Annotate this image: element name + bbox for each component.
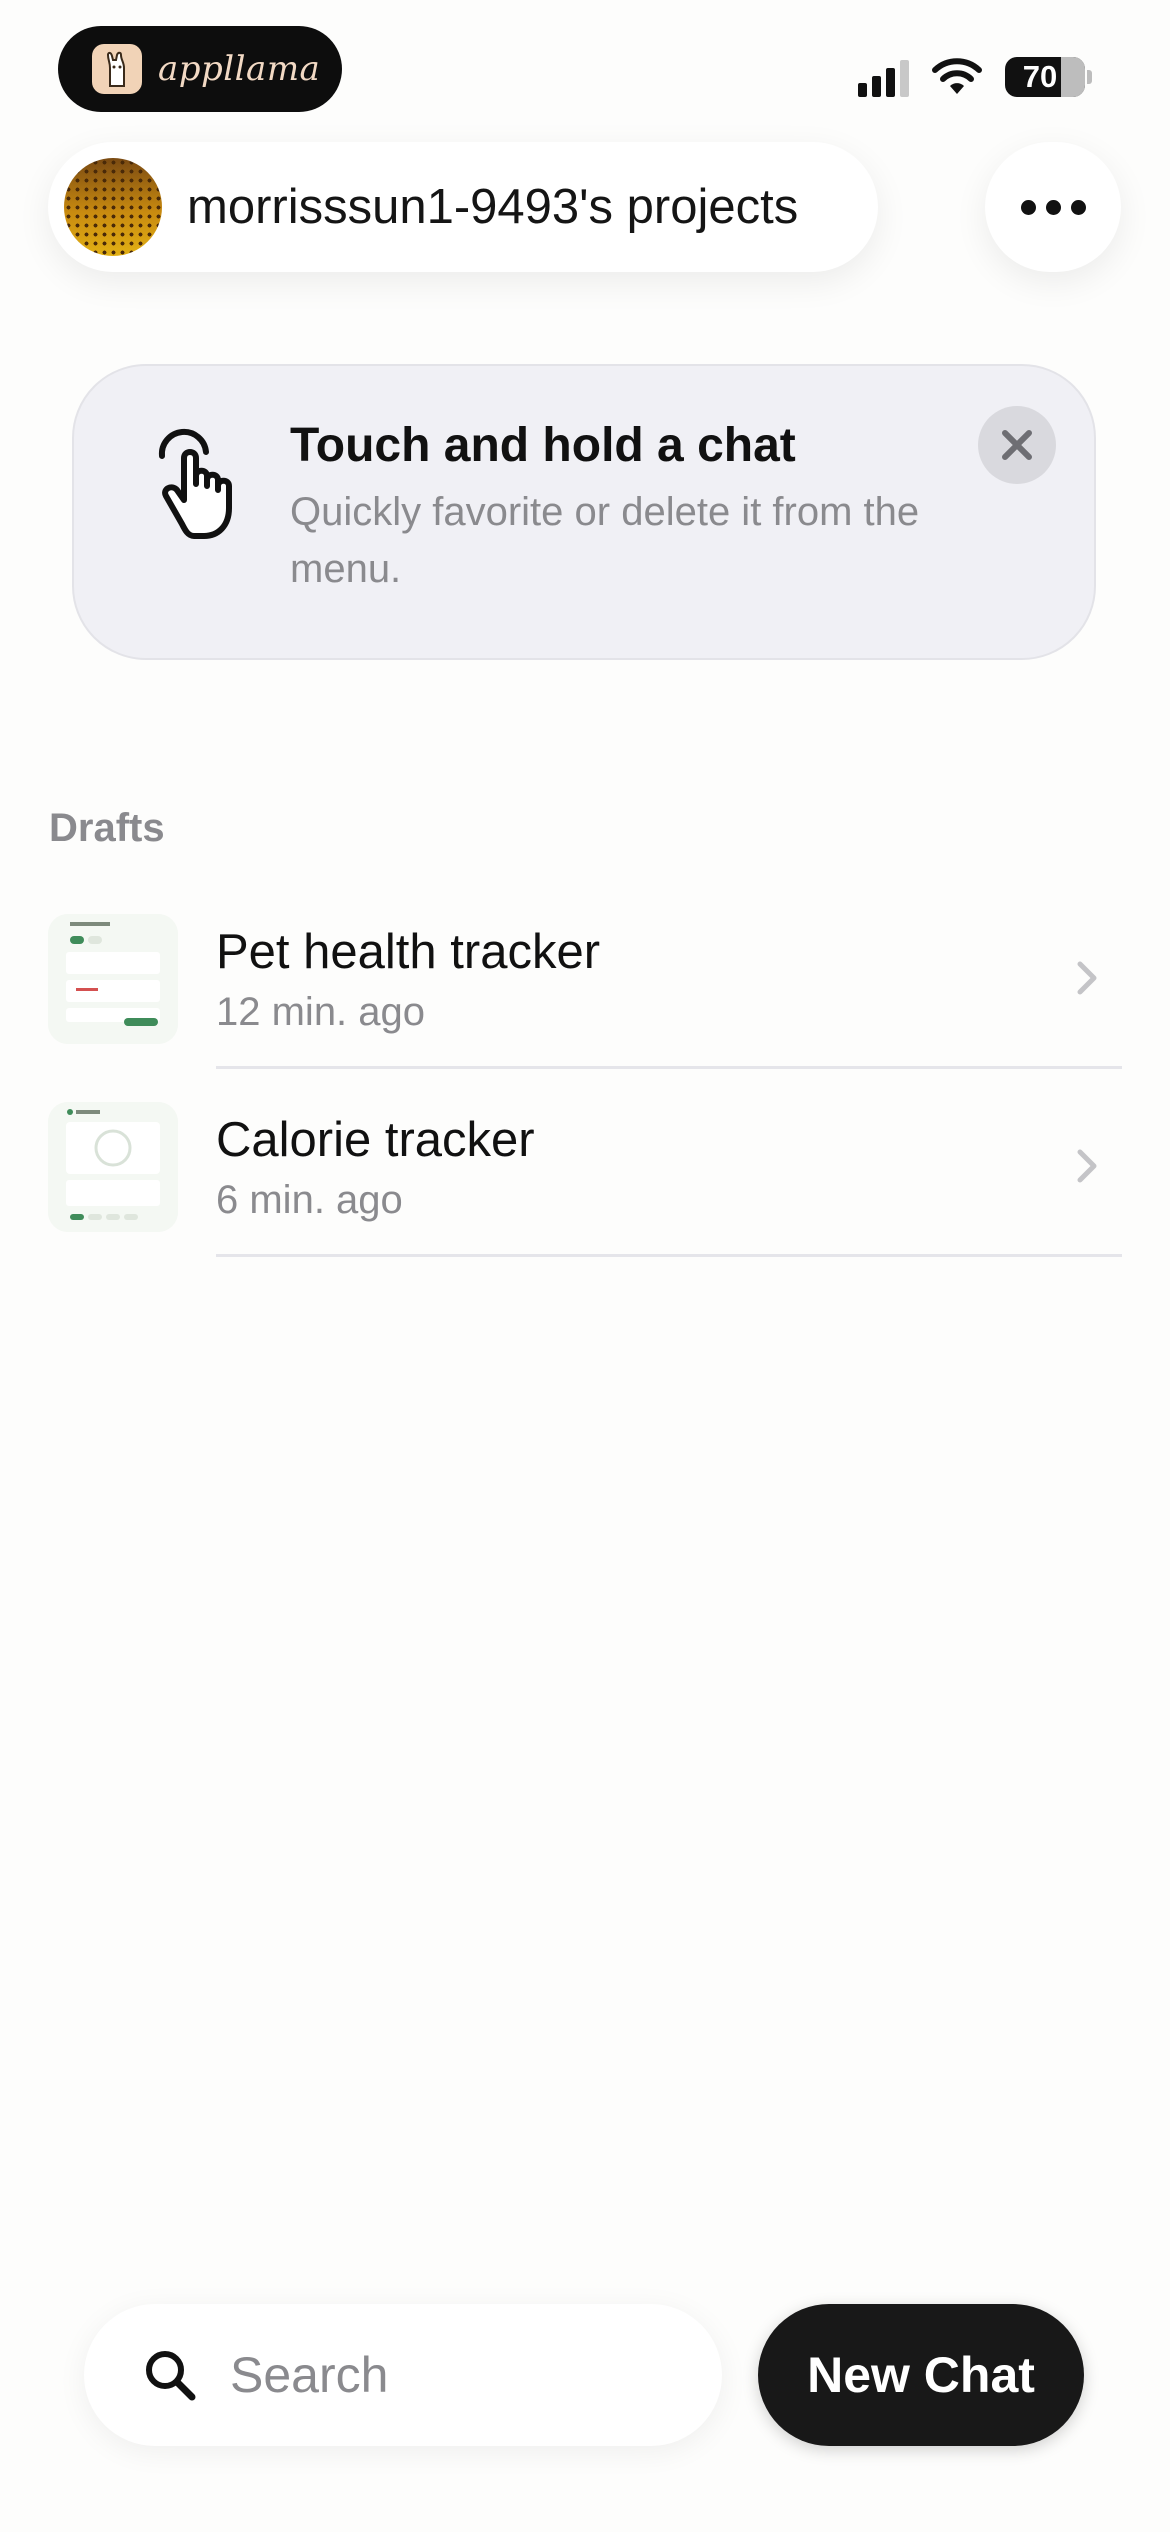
tip-title: Touch and hold a chat: [290, 419, 796, 472]
search-icon: [146, 2351, 196, 2401]
section-heading-drafts: Drafts: [49, 806, 165, 850]
llama-logo-icon: [92, 44, 142, 94]
close-icon: [1002, 430, 1032, 460]
project-name: morrisssun1-9493's projects: [187, 180, 799, 234]
battery-icon: 70: [1005, 57, 1085, 97]
battery-level: 70: [1022, 59, 1058, 94]
project-switcher[interactable]: morrisssun1-9493's projects: [48, 142, 878, 272]
search-bar[interactable]: [84, 2304, 722, 2446]
app-name: appllama: [158, 49, 321, 89]
signal-icon: [858, 57, 909, 97]
tip-card[interactable]: Touch and hold a chat Quickly favorite o…: [72, 364, 1096, 660]
divider: [216, 1066, 1122, 1069]
list-item[interactable]: Pet health tracker 12 min. ago: [48, 914, 1122, 1100]
project-thumbnail: [48, 1102, 178, 1232]
chevron-right-icon: [1077, 961, 1097, 995]
ellipsis-icon: [1020, 199, 1036, 215]
draft-title: Calorie tracker: [216, 1113, 535, 1167]
avatar: [64, 158, 162, 256]
new-chat-button[interactable]: New Chat: [758, 2304, 1084, 2446]
chevron-right-icon: [1077, 1149, 1097, 1183]
draft-timestamp: 12 min. ago: [216, 990, 426, 1034]
close-tip-button[interactable]: [978, 406, 1056, 484]
list-item[interactable]: Calorie tracker 6 min. ago: [48, 1102, 1122, 1288]
draft-timestamp: 6 min. ago: [216, 1178, 403, 1222]
search-input[interactable]: [228, 2345, 672, 2405]
more-button[interactable]: [985, 142, 1121, 272]
status-icons: 70: [858, 52, 1092, 102]
project-thumbnail: [48, 914, 178, 1044]
divider: [216, 1254, 1122, 1257]
wifi-icon: [932, 58, 982, 94]
tip-body: Quickly favorite or delete it from the m…: [290, 490, 920, 591]
app-brand-pill[interactable]: appllama: [58, 26, 342, 112]
tap-hand-icon: [158, 428, 232, 539]
draft-title: Pet health tracker: [216, 925, 601, 979]
